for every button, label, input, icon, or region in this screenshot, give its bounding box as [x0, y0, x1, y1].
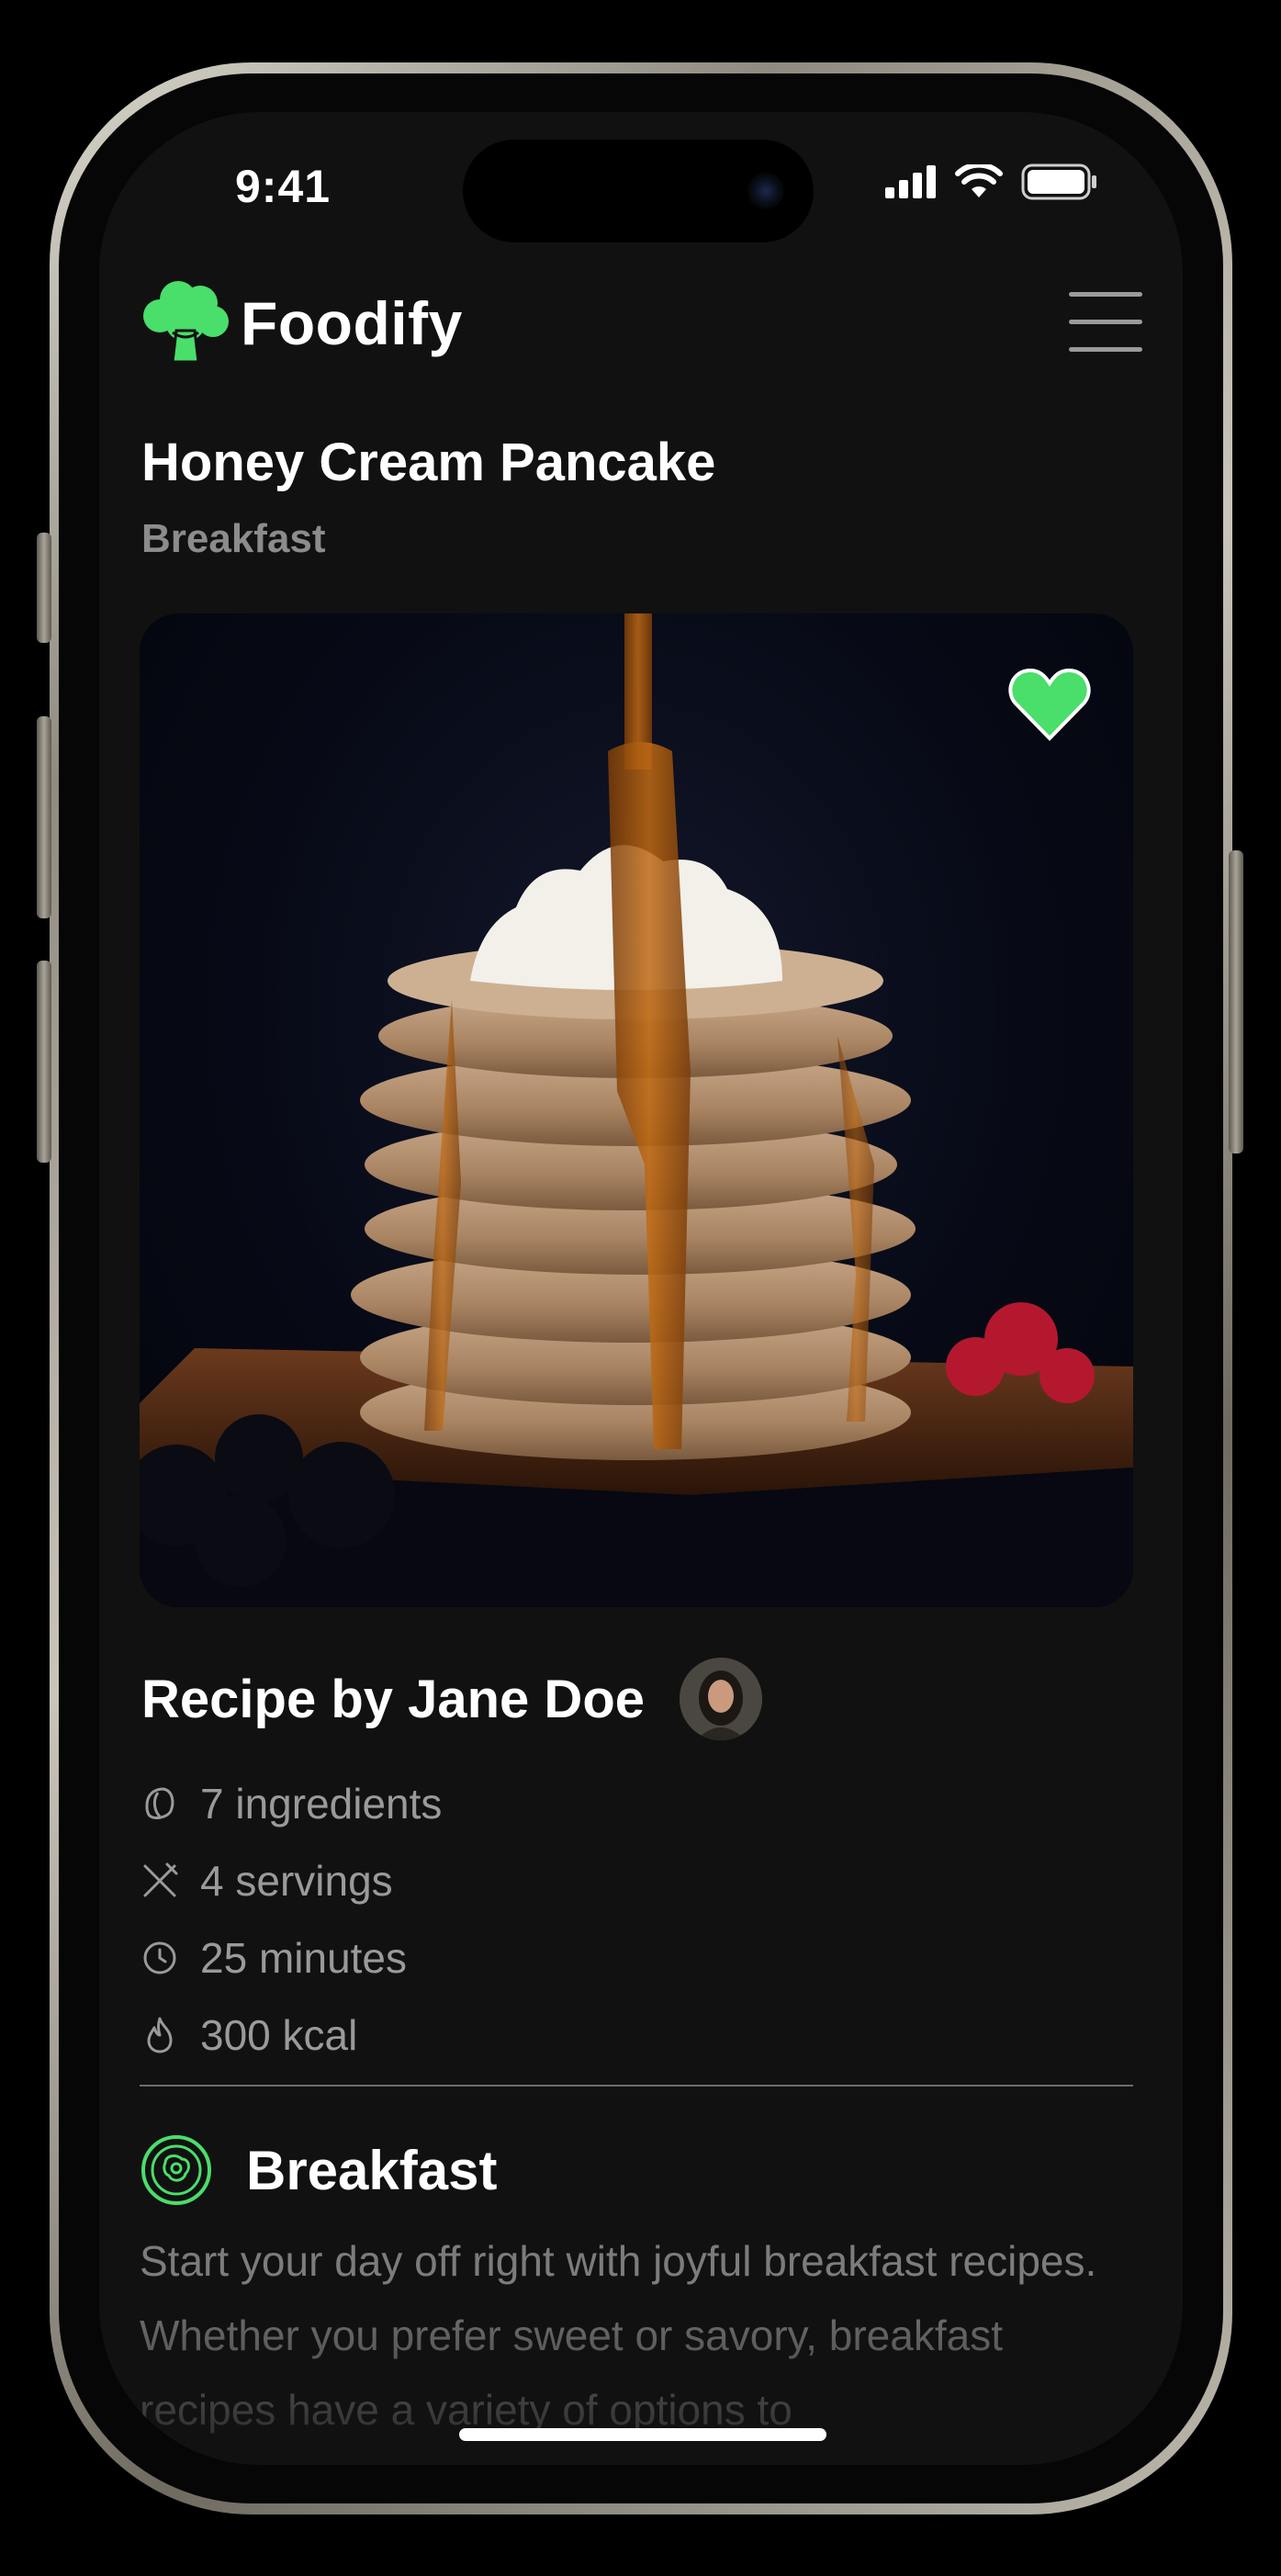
author-row: Recipe by Jane Doe	[141, 1653, 762, 1745]
volume-down-button	[37, 961, 51, 1163]
meta-time: 25 minutes	[140, 1919, 442, 1997]
meta-servings-label: 4 servings	[200, 1857, 393, 1905]
status-icons	[885, 163, 1098, 200]
recipe-hero-image	[140, 613, 1133, 1607]
broccoli-logo-icon	[143, 281, 229, 364]
section-title: Breakfast	[246, 2139, 498, 2201]
action-button	[37, 533, 51, 643]
app-name: Foodify	[241, 289, 463, 357]
meta-calories: 300 kcal	[140, 1997, 442, 2074]
hamburger-menu-icon[interactable]	[1069, 292, 1142, 353]
front-camera-icon	[747, 173, 784, 209]
pancake-stack-illustration	[140, 613, 1133, 1607]
power-button	[1229, 850, 1243, 1153]
volume-up-button	[37, 716, 51, 918]
cellular-signal-icon	[885, 165, 936, 198]
dynamic-island	[463, 140, 814, 242]
section-divider	[140, 2085, 1133, 2087]
meta-servings: 4 servings	[140, 1842, 442, 1919]
breakfast-plate-icon	[141, 2135, 211, 2205]
wifi-icon	[955, 164, 1003, 197]
meta-calories-label: 300 kcal	[200, 2011, 358, 2059]
favorite-heart-icon[interactable]	[1008, 665, 1091, 742]
category-section-header: Breakfast	[140, 2129, 498, 2211]
servings-icon	[143, 1862, 178, 1897]
meta-ingredients-label: 7 ingredients	[200, 1780, 443, 1828]
meta-ingredients: 7 ingredients	[140, 1765, 442, 1842]
app-screen: 9:41 Foodify Honey Cream Pancake Breakfa…	[99, 112, 1183, 2465]
author-avatar-image	[680, 1658, 762, 1740]
meta-time-label: 25 minutes	[200, 1934, 408, 1982]
clock-icon	[143, 1941, 176, 1974]
app-header: Foodify	[140, 277, 1142, 378]
battery-icon	[1021, 163, 1096, 200]
recipe-category: Breakfast	[141, 516, 326, 561]
author-avatar[interactable]	[680, 1658, 762, 1740]
flame-icon	[147, 2017, 173, 2053]
recipe-title: Honey Cream Pancake	[141, 433, 716, 492]
recipe-author: Recipe by Jane Doe	[141, 1669, 645, 1729]
recipe-meta-list: 7 ingredients 4 servings 25 minutes 300 …	[140, 1765, 442, 2074]
home-indicator[interactable]	[459, 2428, 826, 2441]
ingredients-icon	[145, 1787, 174, 1819]
status-time: 9:41	[235, 161, 331, 212]
